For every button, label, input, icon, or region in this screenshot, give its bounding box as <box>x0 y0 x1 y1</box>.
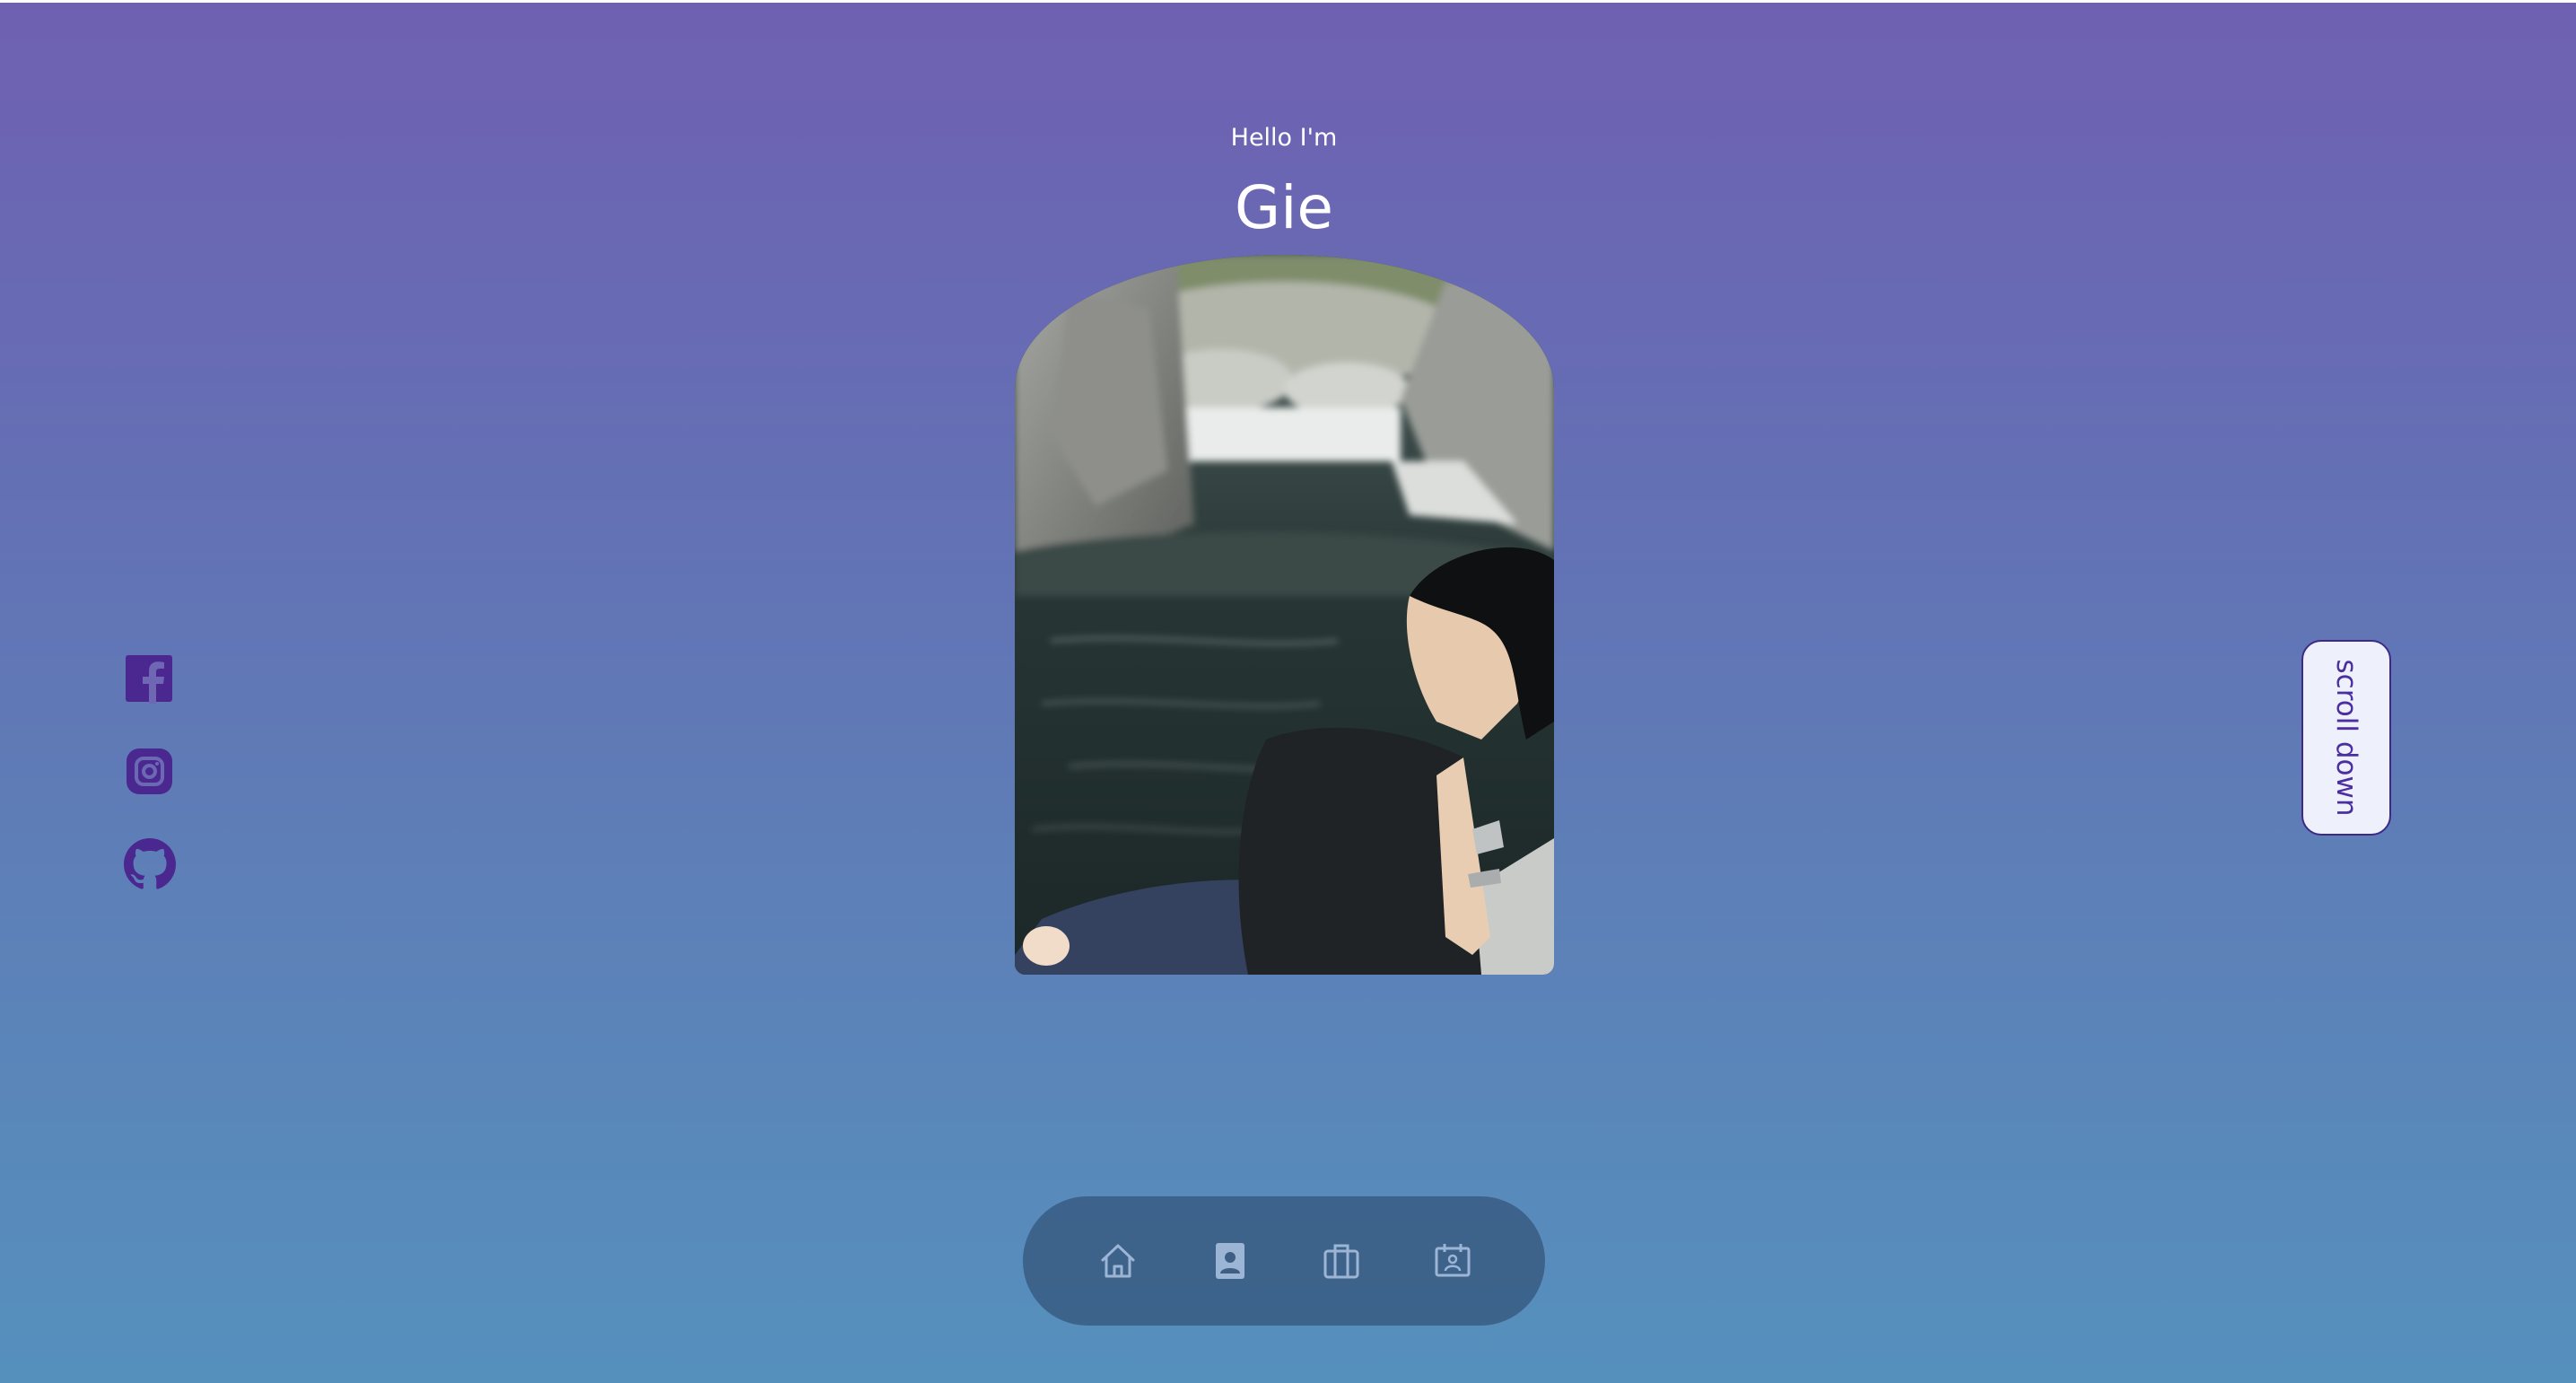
instagram-link[interactable] <box>124 746 176 798</box>
profile-photo <box>1015 255 1554 975</box>
nav-portfolio[interactable] <box>1316 1236 1367 1286</box>
instagram-icon <box>127 748 172 794</box>
nav-home[interactable] <box>1093 1236 1143 1286</box>
nav-contact[interactable] <box>1428 1236 1478 1286</box>
github-icon <box>124 838 176 889</box>
facebook-icon <box>126 655 172 704</box>
facebook-link[interactable] <box>124 653 176 705</box>
nav-about[interactable] <box>1205 1236 1255 1286</box>
hero-name: Gie <box>1234 173 1334 242</box>
home-icon <box>1101 1244 1135 1278</box>
top-border <box>0 0 2576 3</box>
social-links <box>124 653 176 931</box>
bottom-nav <box>1023 1196 1545 1326</box>
scroll-down-label: scroll down <box>2330 659 2362 817</box>
calendar-icon <box>1435 1244 1471 1277</box>
hero-greeting: Hello I'm <box>1230 124 1338 152</box>
contact-card-icon <box>1216 1243 1244 1279</box>
github-link[interactable] <box>124 838 176 890</box>
scroll-down-button[interactable]: scroll down <box>2301 640 2391 836</box>
briefcase-icon <box>1323 1244 1359 1279</box>
